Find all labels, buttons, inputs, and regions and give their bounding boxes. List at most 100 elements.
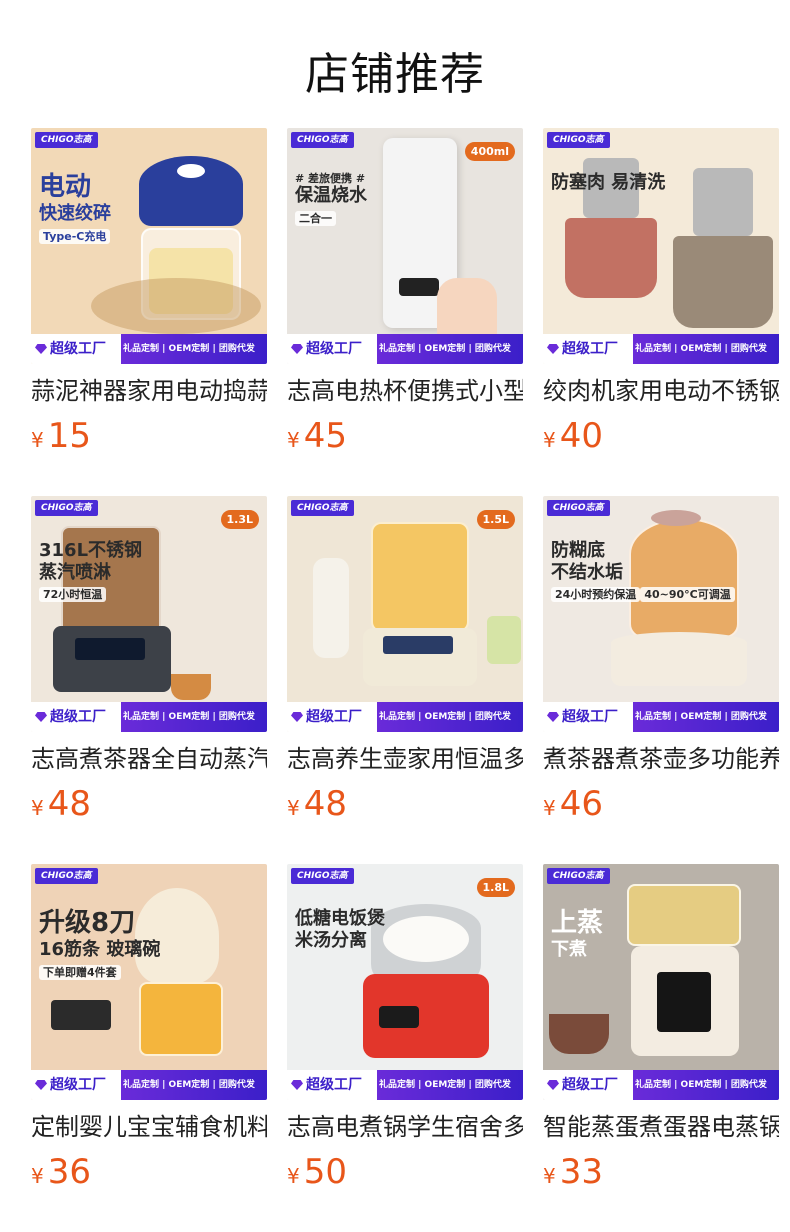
- product-card[interactable]: CHIGO志高 1.5L 超级工厂 礼品定制 | OEM定制 | 团购代发 志高…: [287, 496, 523, 824]
- product-image[interactable]: CHIGO志高 升级8刀 16筋条 玻璃碗 下单即赠4件套 超级工厂 礼品定制 | …: [31, 864, 267, 1100]
- capacity-badge: 1.5L: [476, 510, 515, 529]
- product-image[interactable]: CHIGO志高 低糖电饭煲 米汤分离 1.8L 超级工厂 礼品定制 | OEM定制…: [287, 864, 523, 1100]
- diamond-icon: [291, 712, 303, 722]
- diamond-icon: [35, 712, 47, 722]
- promo-line: 316L不锈钢: [39, 540, 143, 561]
- promo-line: 16筋条 玻璃碗: [39, 939, 161, 961]
- product-price: ¥50: [287, 1152, 523, 1192]
- product-card[interactable]: CHIGO志高 316L不锈钢 蒸汽喷淋 72小时恒温 1.3L 超级工厂 礼品定制…: [31, 496, 267, 824]
- currency-symbol: ¥: [287, 1164, 300, 1188]
- product-name[interactable]: 志高煮茶器全自动蒸汽煮茶壶: [31, 744, 267, 774]
- promo-line: # 差旅便携 #: [295, 172, 366, 185]
- promo-line: 72小时恒温: [39, 587, 107, 603]
- product-image[interactable]: CHIGO志高 # 差旅便携 # 保温烧水 二合一 400ml 超级工厂 礼品定制 …: [287, 128, 523, 364]
- meat-grinder-icon: [543, 128, 779, 364]
- factory-label: 超级工厂: [562, 709, 618, 725]
- price-value: 46: [559, 784, 603, 824]
- baby-food-maker-icon: [31, 864, 267, 1100]
- product-image[interactable]: CHIGO志高 防糊底 不结水垢 24小时预约保温 40~90°C可调温 超级工厂 礼…: [543, 496, 779, 732]
- promo-text: 316L不锈钢 蒸汽喷淋 72小时恒温: [39, 540, 143, 603]
- health-kettle-icon: [287, 496, 523, 732]
- super-factory-banner: 超级工厂 礼品定制 | OEM定制 | 团购代发: [31, 702, 267, 732]
- product-card[interactable]: CHIGO志高 低糖电饭煲 米汤分离 1.8L 超级工厂 礼品定制 | OEM定制…: [287, 864, 523, 1192]
- price-value: 15: [47, 416, 91, 456]
- super-factory-banner: 超级工厂 礼品定制 | OEM定制 | 团购代发: [543, 334, 779, 364]
- promo-text: 电动 快速绞碎 Type-C充电: [39, 172, 111, 244]
- product-name[interactable]: 绞肉机家用电动不锈钢: [543, 376, 779, 406]
- price-value: 36: [47, 1152, 91, 1192]
- super-factory-banner: 超级工厂 礼品定制 | OEM定制 | 团购代发: [31, 1070, 267, 1100]
- product-image[interactable]: CHIGO志高 上蒸 下煮 超级工厂 礼品定制 | OEM定制 | 团购代发: [543, 864, 779, 1100]
- product-card[interactable]: CHIGO志高 防糊底 不结水垢 24小时预约保温 40~90°C可调温 超级工厂 礼…: [543, 496, 779, 824]
- product-name[interactable]: 蒜泥神器家用电动捣蒜机: [31, 376, 267, 406]
- price-value: 40: [559, 416, 603, 456]
- diamond-icon: [35, 344, 47, 354]
- services-label: 礼品定制 | OEM定制 | 团购代发: [635, 712, 767, 722]
- services-label: 礼品定制 | OEM定制 | 团购代发: [123, 344, 255, 354]
- product-card[interactable]: CHIGO志高 电动 快速绞碎 Type-C充电 超级工厂 礼品定制 | OEM定制…: [31, 128, 267, 456]
- product-image[interactable]: CHIGO志高 防塞肉 易清洗 超级工厂 礼品定制 | OEM定制 | 团购代发: [543, 128, 779, 364]
- product-image[interactable]: CHIGO志高 316L不锈钢 蒸汽喷淋 72小时恒温 1.3L 超级工厂 礼品定制…: [31, 496, 267, 732]
- promo-line: 不结水垢: [551, 561, 623, 583]
- price-value: 45: [303, 416, 347, 456]
- services-label: 礼品定制 | OEM定制 | 团购代发: [379, 712, 511, 722]
- product-name[interactable]: 志高电热杯便携式小型烧水杯: [287, 376, 523, 406]
- currency-symbol: ¥: [543, 796, 556, 820]
- product-name[interactable]: 定制婴儿宝宝辅食机料理机: [31, 1112, 267, 1142]
- product-image[interactable]: CHIGO志高 1.5L 超级工厂 礼品定制 | OEM定制 | 团购代发: [287, 496, 523, 732]
- product-name[interactable]: 志高电煮锅学生宿舍多功能: [287, 1112, 523, 1142]
- capacity-badge: 1.8L: [476, 878, 515, 897]
- super-factory-banner: 超级工厂 礼品定制 | OEM定制 | 团购代发: [287, 702, 523, 732]
- factory-label: 超级工厂: [50, 1077, 106, 1093]
- factory-label: 超级工厂: [50, 709, 106, 725]
- diamond-icon: [547, 712, 559, 722]
- diamond-icon: [291, 344, 303, 354]
- brand-logo: CHIGO志高: [547, 132, 610, 148]
- product-card[interactable]: CHIGO志高 上蒸 下煮 超级工厂 礼品定制 | OEM定制 | 团购代发 智能…: [543, 864, 779, 1192]
- product-price: ¥33: [543, 1152, 779, 1192]
- product-price: ¥40: [543, 416, 779, 456]
- capacity-badge: 400ml: [464, 142, 515, 161]
- diamond-icon: [547, 1080, 559, 1090]
- currency-symbol: ¥: [543, 428, 556, 452]
- product-price: ¥45: [287, 416, 523, 456]
- currency-symbol: ¥: [31, 1164, 44, 1188]
- promo-line: 电动: [39, 172, 92, 202]
- promo-line: 快速绞碎: [39, 203, 111, 225]
- brand-logo: CHIGO志高: [291, 132, 354, 148]
- product-name[interactable]: 志高养生壶家用恒温多功能: [287, 744, 523, 774]
- promo-line: 防糊底: [551, 540, 605, 561]
- promo-line: 低糖电饭煲: [295, 908, 385, 929]
- promo-line: 防塞肉 易清洗: [551, 172, 666, 193]
- diamond-icon: [547, 344, 559, 354]
- product-card[interactable]: CHIGO志高 升级8刀 16筋条 玻璃碗 下单即赠4件套 超级工厂 礼品定制 | …: [31, 864, 267, 1192]
- product-card[interactable]: CHIGO志高 防塞肉 易清洗 超级工厂 礼品定制 | OEM定制 | 团购代发…: [543, 128, 779, 456]
- currency-symbol: ¥: [287, 428, 300, 452]
- product-image[interactable]: CHIGO志高 电动 快速绞碎 Type-C充电 超级工厂 礼品定制 | OEM定制…: [31, 128, 267, 364]
- capacity-badge: 1.3L: [220, 510, 259, 529]
- product-name[interactable]: 煮茶器煮茶壶多功能养生壶: [543, 744, 779, 774]
- promo-text: 上蒸 下煮: [551, 908, 603, 961]
- promo-line: 下煮: [551, 939, 587, 961]
- product-price: ¥15: [31, 416, 267, 456]
- super-factory-banner: 超级工厂 礼品定制 | OEM定制 | 团购代发: [287, 334, 523, 364]
- product-card[interactable]: CHIGO志高 # 差旅便携 # 保温烧水 二合一 400ml 超级工厂 礼品定制 …: [287, 128, 523, 456]
- services-label: 礼品定制 | OEM定制 | 团购代发: [123, 712, 255, 722]
- price-value: 50: [303, 1152, 347, 1192]
- product-price: ¥36: [31, 1152, 267, 1192]
- price-value: 33: [559, 1152, 603, 1192]
- promo-line: 米汤分离: [295, 929, 367, 951]
- promo-line: 保温烧水: [295, 185, 367, 207]
- product-name[interactable]: 智能蒸蛋煮蛋器电蒸锅家用: [543, 1112, 779, 1142]
- factory-label: 超级工厂: [306, 341, 362, 357]
- food-chopper-icon: [31, 128, 267, 364]
- travel-kettle-icon: [287, 128, 523, 364]
- product-price: ¥48: [287, 784, 523, 824]
- factory-label: 超级工厂: [306, 709, 362, 725]
- product-price: ¥46: [543, 784, 779, 824]
- glass-kettle-icon: [543, 496, 779, 732]
- promo-text: 防塞肉 易清洗: [551, 172, 665, 194]
- promo-text: 升级8刀 16筋条 玻璃碗 下单即赠4件套: [39, 908, 160, 980]
- factory-label: 超级工厂: [50, 341, 106, 357]
- promo-line: 蒸汽喷淋: [39, 561, 111, 583]
